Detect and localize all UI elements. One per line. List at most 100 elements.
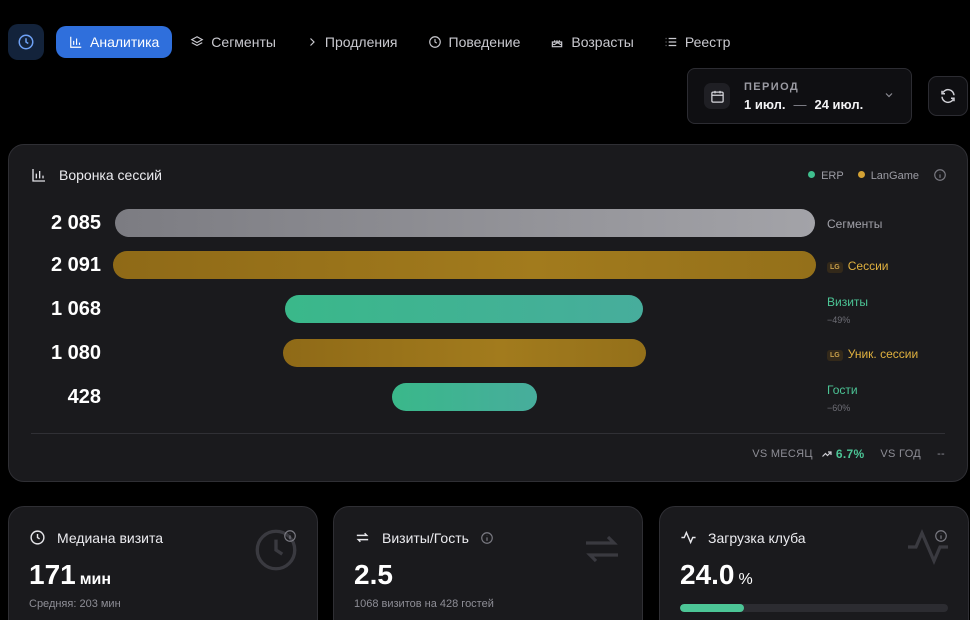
tab-behavior[interactable]: Поведение: [416, 26, 533, 58]
info-icon[interactable]: [933, 168, 947, 182]
kpi-value-number: 24.0: [680, 559, 735, 590]
legend-dot: [808, 171, 816, 178]
kpi-value-number: 2.5: [354, 559, 393, 590]
compare-month-value: 6.7%: [835, 447, 865, 461]
kpi-title-text: Загрузка клуба: [708, 529, 806, 546]
info-icon[interactable]: [283, 529, 297, 543]
funnel-label-guests: Гости −60%: [827, 383, 858, 413]
chevron-right-icon: [309, 38, 315, 46]
period-separator: —: [793, 96, 807, 112]
funnel-bar-visits[interactable]: [285, 295, 643, 323]
funnel-row-guests: 428 Гости −60%: [9, 383, 967, 413]
kpi-title: Визиты/Гость: [354, 529, 494, 546]
legend-label: LanGame: [870, 170, 919, 182]
info-icon[interactable]: [934, 529, 948, 543]
funnel-label-text: Сегменты: [827, 217, 883, 231]
kpi-unit: мин: [79, 571, 112, 588]
cake-icon: [552, 40, 563, 48]
clock-icon: [428, 36, 441, 48]
funnel-label-visits: Визиты −49%: [827, 295, 868, 325]
trend-up-icon: [821, 451, 832, 457]
funnel-title: Воронка сессий: [31, 167, 162, 183]
tab-label: Поведение: [448, 34, 521, 50]
tab-ages[interactable]: Возрасты: [538, 26, 645, 58]
langame-badge: LG: [827, 350, 843, 361]
kpi-title-text: Визиты/Гость: [382, 529, 469, 546]
funnel-label-text: Гости: [827, 383, 858, 397]
langame-badge: LG: [827, 262, 843, 273]
funnel-row-segments: 2 085 Сегменты: [9, 209, 967, 237]
kpi-value: 171 мин: [29, 559, 111, 591]
compare-month-label: VS МЕСЯЦ: [752, 448, 813, 460]
legend-label: ERP: [821, 170, 844, 182]
kpi-subtext: 1068 визитов на 428 гостей: [354, 598, 494, 610]
funnel-bar-sessions[interactable]: [113, 251, 816, 279]
tab-renewals[interactable]: Продления: [294, 26, 410, 58]
funnel-row-sessions: 2 091 LG Сессии: [9, 251, 967, 279]
kpi-median-visit: Медиана визита 171 мин Средняя: 203 мин: [8, 506, 318, 620]
kpi-subtext: Средняя: 203 мин: [29, 598, 121, 610]
refresh-button[interactable]: [928, 76, 968, 116]
funnel-value: 2 091: [50, 254, 101, 276]
funnel-bar-unique-sessions[interactable]: [283, 339, 646, 367]
funnel-value: 1 068: [50, 298, 101, 320]
bar-chart-icon: [32, 169, 45, 182]
tab-label: Сегменты: [211, 34, 276, 50]
funnel-label-unique-sessions: LG Уник. сессии: [827, 347, 918, 361]
kpi-value: 2.5: [354, 559, 393, 591]
funnel-label-text: Визиты: [827, 295, 869, 309]
period-selector[interactable]: ПЕРИОД 1 июл. — 24 июл.: [687, 68, 912, 124]
funnel-label-text: Сессии: [847, 259, 889, 273]
funnel-bar-guests[interactable]: [392, 383, 537, 411]
session-funnel-card: Воронка сессий ERP LanGame 2 085 Сегмент…: [8, 144, 968, 482]
funnel-comparison: VS МЕСЯЦ 6.7% VS ГОД --: [752, 447, 945, 461]
funnel-label-segments: Сегменты: [827, 217, 882, 231]
clock-icon: [18, 34, 34, 50]
kpi-unit: %: [738, 571, 753, 588]
funnel-bar-segments[interactable]: [115, 209, 815, 237]
chevron-down-icon: [885, 93, 893, 98]
tab-label: Возрасты: [571, 34, 634, 50]
kpi-title: Медиана визита: [29, 529, 163, 546]
calendar-icon-box: [704, 83, 730, 109]
list-icon: [665, 37, 677, 47]
kpi-club-load: Загрузка клуба 24.0%: [659, 506, 969, 620]
period-to: 24 июл.: [814, 96, 864, 112]
compare-year-value: --: [937, 448, 945, 460]
club-load-progress: [680, 604, 948, 612]
info-icon[interactable]: [480, 531, 494, 545]
funnel-label-delta: −60%: [827, 403, 851, 413]
kpi-title-text: Медиана визита: [57, 529, 164, 546]
tab-analytics[interactable]: Аналитика: [56, 26, 173, 58]
tab-segments[interactable]: Сегменты: [178, 26, 288, 58]
tab-registry[interactable]: Реестр: [652, 26, 743, 58]
funnel-label-text: Уник. сессии: [847, 347, 919, 361]
tab-label: Продления: [324, 34, 398, 50]
top-nav: Аналитика Сегменты Продления Поведение В…: [8, 24, 748, 60]
activity-icon: [681, 530, 696, 545]
repeat-icon: [356, 532, 369, 543]
funnel-title-text: Воронка сессий: [59, 167, 162, 183]
layers-icon: [190, 36, 204, 47]
period-from: 1 июл.: [744, 96, 786, 112]
club-load-progress-fill: [680, 604, 745, 612]
history-button[interactable]: [8, 24, 44, 60]
legend-erp: ERP: [808, 170, 844, 182]
legend-dot: [857, 171, 865, 178]
refresh-icon: [941, 88, 955, 104]
kpi-value: 24.0%: [680, 559, 753, 591]
kpi-value-number: 171: [29, 559, 76, 590]
funnel-row-visits: 1 068 Визиты −49%: [9, 295, 967, 325]
bar-chart-icon: [70, 36, 82, 48]
tab-label: Аналитика: [90, 34, 160, 50]
calendar-icon: [710, 90, 724, 103]
clock-icon: [30, 530, 45, 545]
repeat-watermark-icon: [586, 535, 618, 563]
funnel-value: 428: [67, 386, 101, 408]
period-label: ПЕРИОД: [744, 80, 800, 93]
kpi-visits-per-guest: Визиты/Гость 2.5 1068 визитов на 428 гос…: [333, 506, 643, 620]
kpi-title: Загрузка клуба: [680, 529, 806, 546]
funnel-divider: [31, 433, 945, 434]
funnel-value: 2 085: [50, 212, 101, 234]
funnel-row-unique-sessions: 1 080 LG Уник. сессии: [9, 339, 967, 367]
